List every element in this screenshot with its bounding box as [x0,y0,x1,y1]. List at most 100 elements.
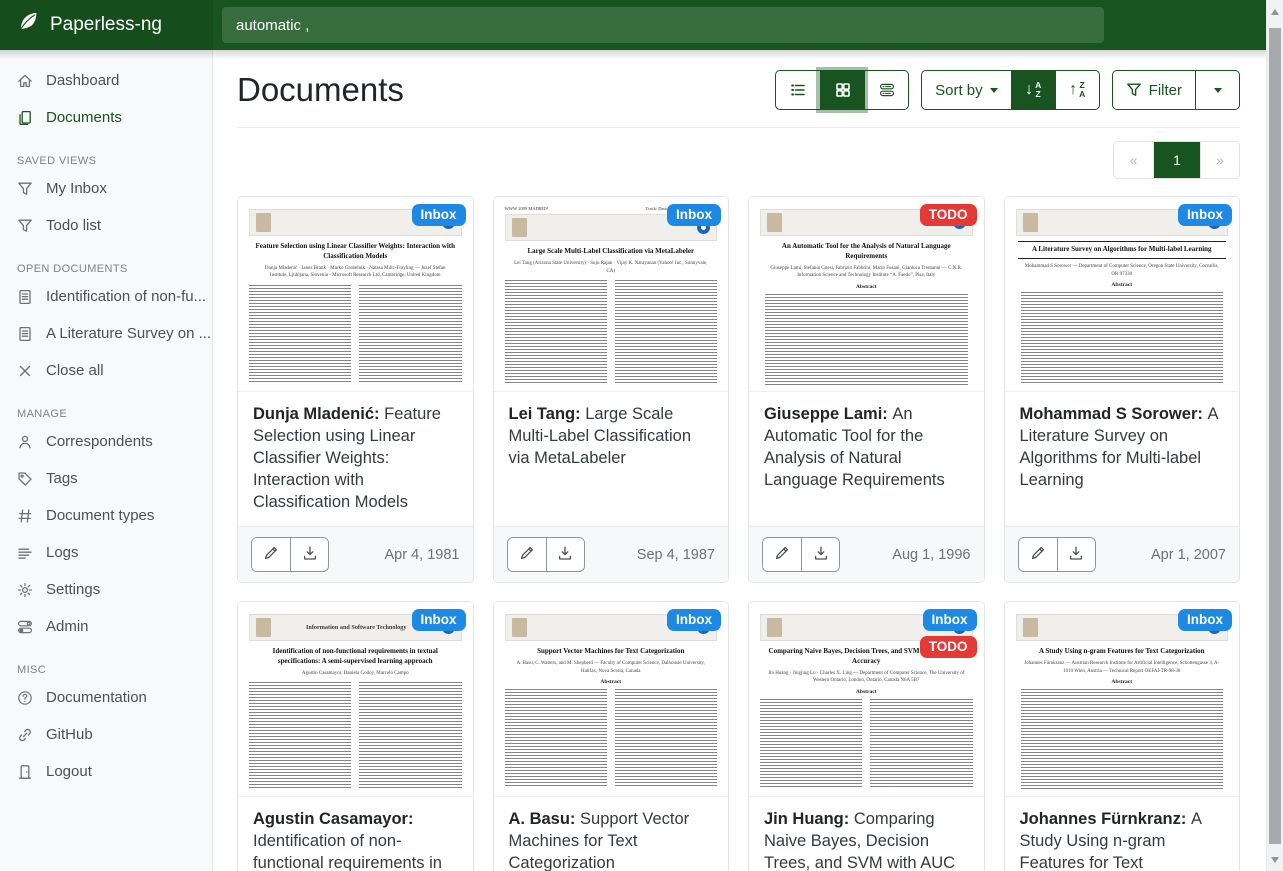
sidebar-item-document-types[interactable]: Document types [0,497,212,534]
sidebar-item-todo-list[interactable]: Todo list [0,207,212,244]
sidebar-item-logout[interactable]: Logout [0,753,212,790]
thumbnail-paper-title: An Automatic Tool for the Analysis of Na… [766,242,967,262]
document-thumbnail[interactable]: Feature Selection using Linear Classifie… [238,197,473,392]
document-card[interactable]: WWW 2009 MADRID!Track: Data Mining / Ses… [493,196,730,583]
document-title[interactable]: A. Basu: Support Vector Machines for Tex… [494,797,729,871]
document-thumbnail[interactable]: Support Vector Machines for Text Categor… [494,602,729,797]
filter-dropdown-button[interactable] [1195,71,1239,109]
sidebar-item-label: Identification of non-fu... [46,288,206,305]
download-document-button[interactable] [801,538,839,571]
document-title[interactable]: Jin Huang: Comparing Naive Bayes, Decisi… [749,797,984,871]
sidebar-item-admin[interactable]: Admin [0,608,212,645]
next-page-button[interactable]: » [1200,142,1239,178]
sidebar-item-label: Documentation [46,689,147,706]
thumbnail-text-body [505,689,718,790]
download-icon [557,545,573,564]
scroll-down-arrow-icon[interactable] [1271,857,1279,863]
tag-badge-todo[interactable]: TODO [920,204,977,226]
edit-document-button[interactable] [252,538,290,571]
thumbnail-text-body [760,294,973,385]
document-card-footer: Aug 1, 1996 [749,526,984,582]
document-correspondent: A. Basu: [509,810,581,828]
document-title[interactable]: Johannes Fürnkranz: A Study Using n-gram… [1005,797,1240,871]
edit-document-button[interactable] [763,538,801,571]
tag-badges: TODO [920,204,977,226]
door-icon [17,764,33,780]
previous-page-button[interactable]: « [1114,142,1153,178]
list-view-button[interactable] [776,71,820,109]
sidebar-item-label: My Inbox [46,180,107,197]
sidebar-item-dashboard[interactable]: Dashboard [0,62,212,99]
tag-badge-inbox[interactable]: Inbox [412,609,466,631]
thumbnail-text-body [249,285,462,385]
hash-icon [17,508,33,524]
search-input[interactable] [222,7,1104,43]
sidebar-item-documents[interactable]: Documents [0,99,212,136]
tag-badge-inbox[interactable]: Inbox [667,609,721,631]
sidebar-item-my-inbox[interactable]: My Inbox [0,170,212,207]
document-card[interactable]: Information and Software Technology Iden… [237,601,474,871]
sidebar-item-documentation[interactable]: Documentation [0,679,212,716]
sidebar-item-close-all[interactable]: Close all [0,352,212,389]
edit-document-button[interactable] [508,538,546,571]
tag-badge-inbox[interactable]: Inbox [923,609,977,631]
thumbnail-text-body [249,682,462,790]
download-document-button[interactable] [290,538,328,571]
page-scrollbar[interactable] [1266,0,1283,871]
sort-by-button[interactable]: Sort by [922,71,1011,109]
document-card[interactable]: A Study Using n-gram Features for Text C… [1004,601,1241,871]
pagination-row: « 1 » [237,141,1240,179]
sort-alpha-down-icon: ↓AZ [1025,81,1041,99]
document-card[interactable]: Support Vector Machines for Text Categor… [493,601,730,871]
toggles-icon [17,619,33,635]
close-icon [17,363,33,379]
tag-badge-todo[interactable]: TODO [920,636,977,658]
tag-badge-inbox[interactable]: Inbox [1178,609,1232,631]
grid-view-button[interactable] [820,71,864,109]
document-correspondent: Johannes Fürnkranz: [1020,810,1191,828]
sidebar-item-logs[interactable]: Logs [0,534,212,571]
sort-ascending-button[interactable]: ↑ZA [1055,71,1099,109]
document-thumbnail[interactable]: An Automatic Tool for the Analysis of Na… [749,197,984,392]
download-document-button[interactable] [1057,538,1095,571]
document-title[interactable]: Lei Tang: Large Scale Multi-Label Classi… [494,392,729,526]
sidebar-item-label: GitHub [46,726,93,743]
filter-label: Filter [1149,82,1182,99]
sidebar-item-settings[interactable]: Settings [0,571,212,608]
document-card[interactable]: Comparing Naive Bayes, Decision Trees, a… [748,601,985,871]
sidebar-item-a-literature-survey-on[interactable]: A Literature Survey on ... [0,315,212,352]
app-brand[interactable]: Paperless-ng [0,0,213,50]
document-date: Sep 4, 1987 [637,547,715,563]
document-card[interactable]: A Literature Survey on Algorithms for Mu… [1004,196,1241,583]
sidebar-item-tags[interactable]: Tags [0,460,212,497]
document-thumbnail[interactable]: Information and Software Technology Iden… [238,602,473,797]
document-title[interactable]: Agustin Casamayor: Identification of non… [238,797,473,871]
document-thumbnail[interactable]: A Literature Survey on Algorithms for Mu… [1005,197,1240,392]
filter-button[interactable]: Filter [1113,71,1195,109]
edit-document-button[interactable] [1019,538,1057,571]
document-title[interactable]: Mohammad S Sorower: A Literature Survey … [1005,392,1240,526]
caret-down-icon [1214,88,1222,93]
sidebar-item-github[interactable]: GitHub [0,716,212,753]
sidebar-item-identification-of-non-fu[interactable]: Identification of non-fu... [0,278,212,315]
document-title[interactable]: Dunja Mladenić: Feature Selection using … [238,392,473,526]
document-correspondent: Dunja Mladenić: [253,405,384,423]
document-thumbnail[interactable]: WWW 2009 MADRID!Track: Data Mining / Ses… [494,197,729,392]
sidebar-item-correspondents[interactable]: Correspondents [0,423,212,460]
download-document-button[interactable] [546,538,584,571]
sidebar-section-misc: MISC [0,664,212,676]
document-card[interactable]: Feature Selection using Linear Classifie… [237,196,474,583]
thumbnail-text-column [1021,292,1224,385]
scroll-up-arrow-icon[interactable] [1271,9,1279,15]
tag-badge-inbox[interactable]: Inbox [1178,204,1232,226]
document-title[interactable]: Giuseppe Lami: An Automatic Tool for the… [749,392,984,526]
tag-badge-inbox[interactable]: Inbox [667,204,721,226]
document-card[interactable]: An Automatic Tool for the Analysis of Na… [748,196,985,583]
current-page-button[interactable]: 1 [1153,142,1200,178]
document-thumbnail[interactable]: A Study Using n-gram Features for Text C… [1005,602,1240,797]
scrollbar-thumb[interactable] [1269,28,1281,844]
detail-view-button[interactable] [864,71,908,109]
sort-descending-button[interactable]: ↓AZ [1011,71,1055,109]
tag-badges: Inbox TODO [920,609,977,658]
tag-badge-inbox[interactable]: Inbox [412,204,466,226]
